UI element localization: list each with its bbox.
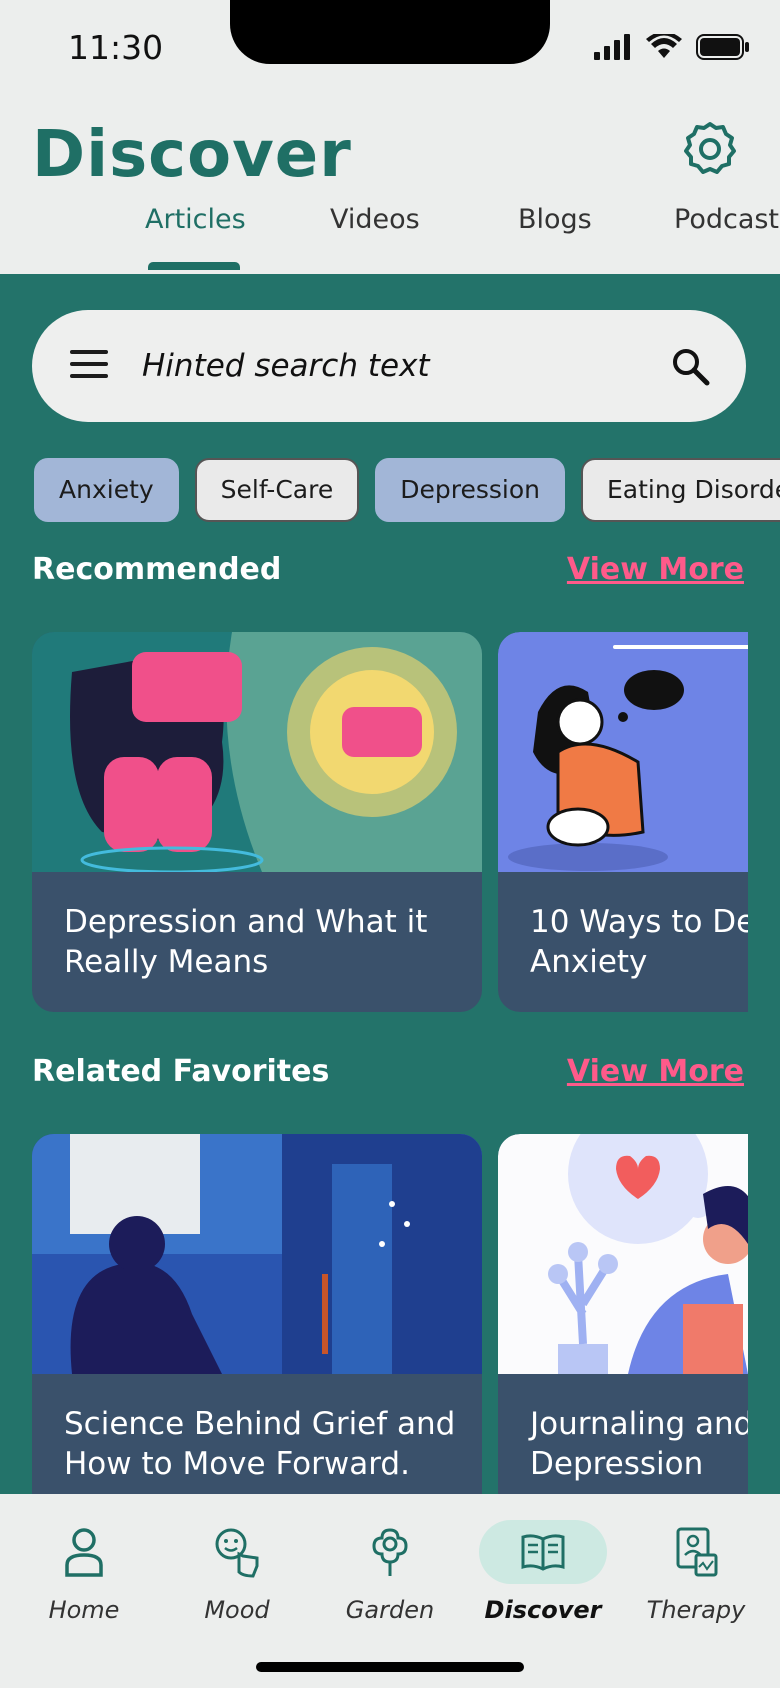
battery-icon <box>696 34 749 60</box>
article-card-clip: 10 Ways to De Anxiety <box>498 632 748 1012</box>
view-more-related-link[interactable]: View More <box>567 1054 744 1089</box>
article-card[interactable]: Journaling and Depression <box>498 1134 748 1494</box>
nav-label: Therapy <box>646 1596 746 1624</box>
signal-icon <box>594 34 630 60</box>
article-card[interactable]: Science Behind Grief and How to Move For… <box>32 1134 482 1494</box>
person-icon <box>65 1528 103 1577</box>
status-time: 11:30 <box>68 28 164 67</box>
nav-label: Mood <box>204 1596 270 1624</box>
tab-articles[interactable]: Articles <box>145 204 246 235</box>
menu-icon[interactable] <box>70 350 108 380</box>
chip-depression[interactable]: Depression <box>375 458 565 522</box>
status-icons <box>594 34 750 60</box>
bottom-navigation: Home Mood Garden Discover Therapy <box>0 1494 780 1688</box>
article-title-line: 10 Ways to De <box>530 904 748 940</box>
article-title-line: Journaling and <box>530 1406 748 1442</box>
article-thumbnail <box>32 1134 482 1374</box>
article-thumbnail <box>32 632 482 872</box>
filter-chips: Anxiety Self-Care Depression Eating Diso… <box>34 458 780 522</box>
gear-icon[interactable] <box>682 120 738 176</box>
content-area: Anxiety Self-Care Depression Eating Diso… <box>0 274 780 1494</box>
flower-icon <box>372 1528 408 1576</box>
article-card-clip: Journaling and Depression <box>498 1134 748 1494</box>
therapy-icon <box>676 1527 718 1577</box>
article-title: Depression and What it Really Means <box>64 902 464 982</box>
search-icon[interactable] <box>670 346 710 386</box>
search-input[interactable] <box>142 334 642 398</box>
article-title: Science Behind Grief and How to Move For… <box>64 1404 464 1484</box>
nav-discover[interactable]: Discover <box>478 1520 608 1624</box>
tab-blogs[interactable]: Blogs <box>518 204 592 235</box>
nav-label: Home <box>48 1596 120 1624</box>
notch <box>230 0 550 64</box>
wifi-icon <box>646 34 682 58</box>
article-title-line: Depression <box>530 1446 704 1482</box>
section-title-recommended: Recommended <box>32 552 282 587</box>
article-card[interactable]: 10 Ways to De Anxiety <box>498 632 748 1012</box>
tab-bar: Articles Videos Blogs Podcasts <box>0 204 780 274</box>
article-card[interactable]: Depression and What it Really Means <box>32 632 482 1012</box>
nav-label: Discover <box>484 1596 602 1624</box>
search-bar <box>32 310 746 422</box>
article-title-line: Science Behind Grief and <box>64 1406 456 1442</box>
chip-anxiety[interactable]: Anxiety <box>34 458 179 522</box>
mood-icon <box>215 1528 259 1578</box>
article-title: Journaling and Depression <box>530 1404 748 1484</box>
home-indicator <box>256 1662 524 1672</box>
view-more-recommended-link[interactable]: View More <box>567 552 744 587</box>
article-title-line: Anxiety <box>530 944 648 980</box>
status-bar: 11:30 <box>0 0 780 100</box>
tab-videos[interactable]: Videos <box>330 204 420 235</box>
section-title-related-favorites: Related Favorites <box>32 1054 330 1089</box>
chip-self-care[interactable]: Self-Care <box>194 458 360 522</box>
article-thumbnail <box>498 1134 748 1374</box>
top-app-bar: Discover Articles Videos Blogs Podcasts <box>0 100 780 274</box>
tab-podcasts[interactable]: Podcasts <box>674 204 780 235</box>
chip-eating-disorders[interactable]: Eating Disorders <box>580 458 780 522</box>
article-title-line: How to Move Forward. <box>64 1446 410 1482</box>
page-title: Discover <box>32 118 352 192</box>
nav-home[interactable]: Home <box>19 1520 149 1624</box>
nav-label: Garden <box>345 1596 435 1624</box>
book-icon <box>521 1534 565 1571</box>
active-tab-indicator <box>148 262 240 270</box>
article-title: 10 Ways to De Anxiety <box>530 902 748 982</box>
nav-therapy[interactable]: Therapy <box>631 1520 761 1624</box>
article-title-line: Really Means <box>64 944 269 980</box>
article-thumbnail <box>498 632 748 872</box>
nav-mood[interactable]: Mood <box>172 1520 302 1624</box>
article-title-line: Depression and What it <box>64 904 428 940</box>
nav-garden[interactable]: Garden <box>325 1520 455 1624</box>
